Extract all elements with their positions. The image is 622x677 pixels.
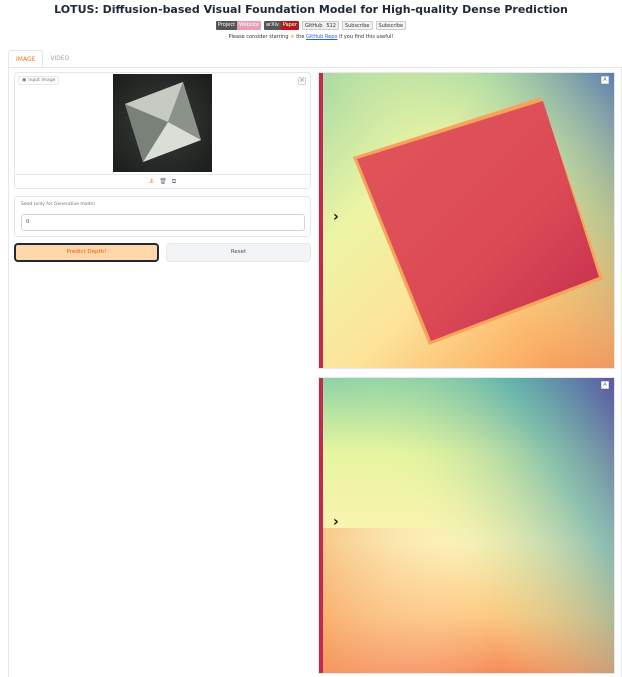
note-suffix: if you find this useful! [339,34,394,40]
x-subscribe-badge-1[interactable]: Subscribe [341,21,373,30]
project-website-badge[interactable]: Project Website [215,21,261,30]
depth-map-2 [319,378,614,673]
note-prefix: Please consider starring [228,34,289,40]
seed-box: Seed (only for Generative mode) 0 [14,196,311,237]
star-note: Please consider starring ★ the GitHub Re… [0,34,622,40]
seed-label: Seed (only for Generative mode) [21,202,95,207]
input-image-box[interactable]: ▣ Input Image × ⚓ 🗑 ⧉ [14,72,311,189]
github-repo-link[interactable]: GitHub Repo [306,34,337,40]
star-icon: ★ [290,34,295,40]
output-depth-image-2[interactable]: › A [318,377,615,674]
page-title: LOTUS: Diffusion-based Visual Foundation… [54,3,568,16]
arxiv-paper-badge[interactable]: arXiv Paper [263,21,300,30]
download-icon[interactable]: A [601,381,609,389]
clear-image-button[interactable]: × [298,77,306,85]
badge-right: Paper [280,21,300,30]
badge-left: GitHub [305,23,323,29]
badge-right: 512 [326,23,336,29]
tab-video[interactable]: VIDEO [43,50,76,68]
output-depth-image-1[interactable]: › A [318,72,615,369]
x-subscribe-badge-2[interactable]: Subscribe [375,21,407,30]
trash-icon[interactable]: 🗑 [159,178,167,185]
badge-row: Project Website arXiv Paper GitHub 512 S… [0,21,622,30]
chevron-right-icon[interactable]: › [333,209,339,225]
copy-icon[interactable]: ⧉ [172,178,176,186]
note-the: the [296,34,305,40]
anchor-icon[interactable]: ⚓ [149,178,154,185]
input-image-label: ▣ Input Image [18,76,60,85]
seed-input[interactable]: 0 [21,214,305,231]
input-photo [113,74,212,172]
tab-image[interactable]: IMAGE [8,50,44,68]
tab-bar: IMAGE VIDEO [8,50,76,68]
chevron-right-icon[interactable]: › [333,514,339,530]
badge-left: arXiv [263,21,281,30]
image-toolbar: ⚓ 🗑 ⧉ [15,174,310,188]
badge-left: Subscribe [344,23,370,29]
download-icon[interactable]: A [601,76,609,84]
predict-depth-button[interactable]: Predict Depth! [14,243,159,262]
input-label-text: Input Image [28,78,56,83]
badge-left: Project [215,21,238,30]
image-icon: ▣ [22,78,27,83]
badge-right: Website [237,21,261,30]
github-stars-badge[interactable]: GitHub 512 [302,21,339,30]
depth-map-1 [319,73,614,368]
badge-left: Subscribe [378,23,404,29]
reset-button[interactable]: Reset [166,243,311,262]
